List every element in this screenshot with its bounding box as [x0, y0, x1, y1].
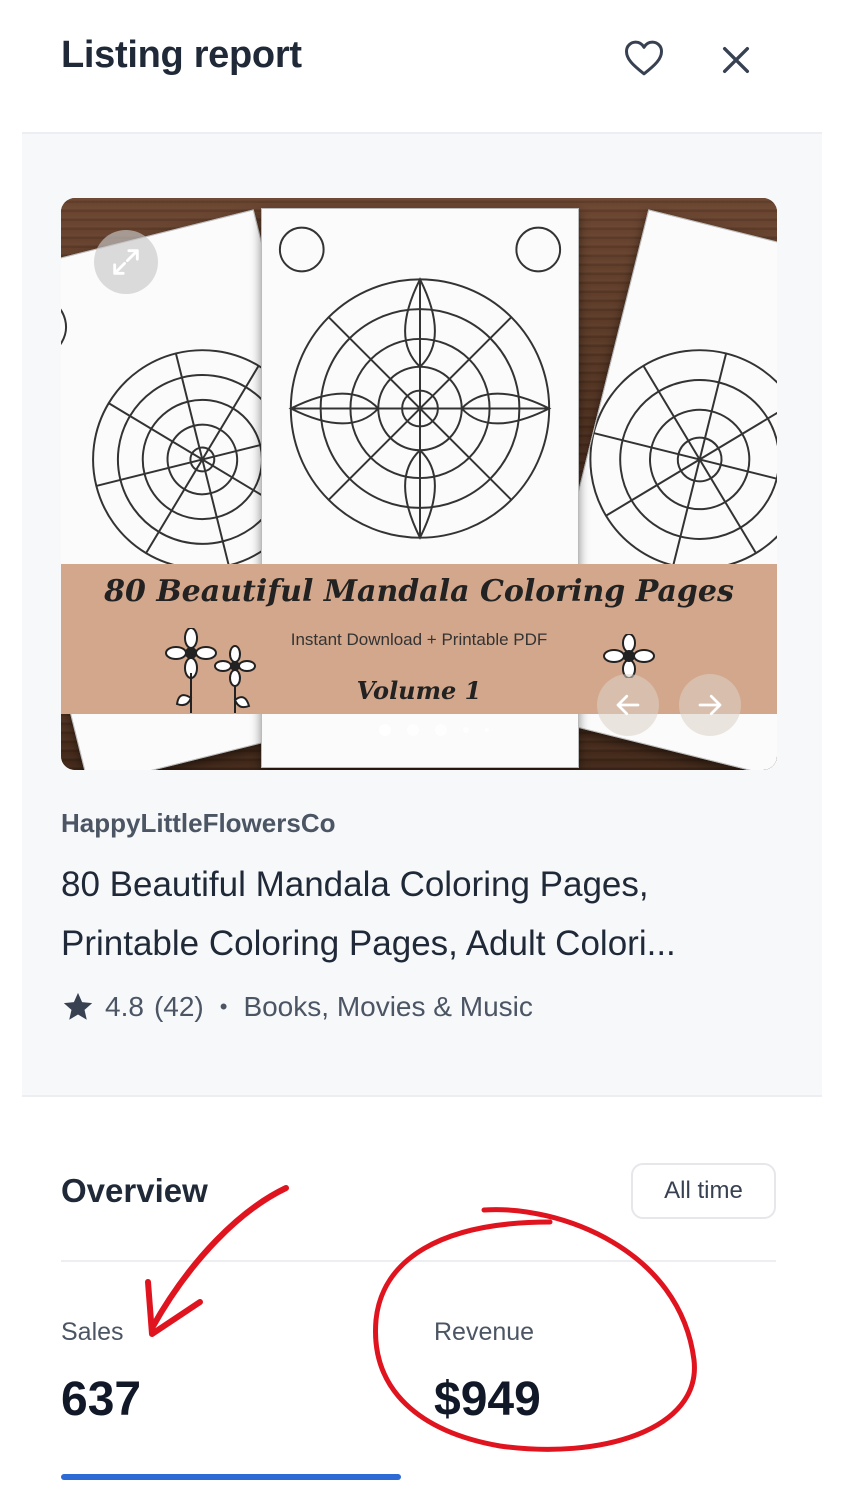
rating-value: 4.8 — [105, 991, 144, 1022]
arrow-right-icon — [698, 694, 722, 716]
meta-separator: • — [219, 994, 228, 1019]
sales-tab-label[interactable]: Sales — [61, 1318, 124, 1347]
fullscreen-button[interactable] — [94, 230, 158, 294]
annotation-arrowhead — [145, 1279, 203, 1337]
sales-value[interactable]: 637 — [61, 1372, 141, 1427]
listing-meta: 4.8 (42) • Books, Movies & Music — [61, 990, 533, 1024]
listing-title-line-2: Printable Coloring Pages, Adult Colori..… — [61, 924, 676, 963]
expand-icon — [113, 249, 139, 275]
review-count: (42) — [153, 991, 204, 1022]
close-icon — [722, 46, 750, 74]
image-banner-title: 80 Beautiful Mandala Coloring Pages — [104, 574, 734, 609]
carousel-dot[interactable] — [485, 728, 489, 732]
carousel-dot[interactable] — [463, 727, 469, 733]
category-link[interactable]: Books, Movies & Music — [243, 991, 532, 1023]
favorite-button[interactable] — [618, 32, 670, 84]
shop-name-link[interactable]: HappyLittleFlowersCo — [61, 808, 335, 839]
flower-illustration-right — [603, 634, 655, 678]
header: Listing report — [0, 0, 844, 132]
revenue-value[interactable]: $949 — [434, 1372, 541, 1427]
star-icon — [63, 992, 93, 1020]
revenue-tab-label[interactable]: Revenue — [434, 1318, 534, 1347]
time-range-button[interactable]: All time — [631, 1163, 776, 1219]
heart-icon — [625, 40, 663, 76]
page-title: Listing report — [61, 34, 302, 76]
next-image-button[interactable] — [679, 674, 741, 736]
active-tab-indicator — [61, 1474, 401, 1480]
listing-title[interactable]: 80 Beautiful Mandala Coloring Pages, Pri… — [61, 855, 781, 973]
listing-title-line-1: 80 Beautiful Mandala Coloring Pages, — [61, 865, 649, 904]
carousel-dot[interactable] — [407, 724, 419, 736]
carousel-dot[interactable] — [435, 724, 447, 736]
close-button[interactable] — [710, 34, 762, 86]
divider — [61, 1260, 776, 1262]
image-carousel[interactable]: 80 Beautiful Mandala Coloring Pages Inst… — [61, 198, 777, 770]
carousel-pagination — [379, 724, 489, 736]
carousel-dot[interactable] — [379, 724, 391, 736]
arrow-left-icon — [616, 694, 640, 716]
flower-illustration-left — [165, 628, 256, 713]
overview-heading: Overview — [61, 1172, 208, 1209]
previous-image-button[interactable] — [597, 674, 659, 736]
